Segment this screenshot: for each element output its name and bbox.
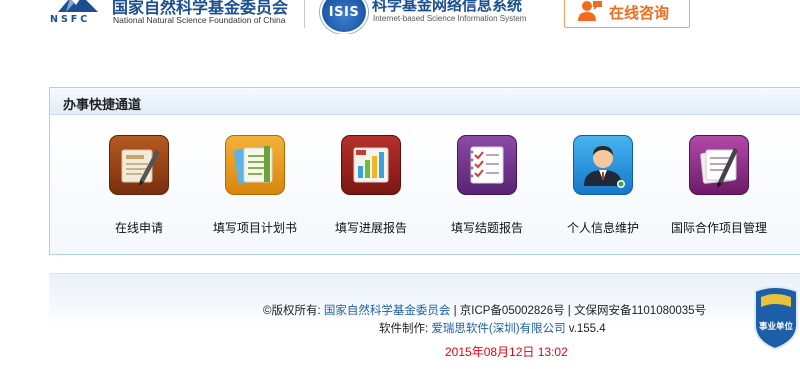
quick-item-user-profile[interactable]: 个人信息维护	[548, 135, 658, 235]
isis-logo-text: ISIS	[328, 5, 360, 20]
site-footer: ©版权所有: 国家自然科学基金委员会 | 京ICP备05002826号 | 文保…	[49, 273, 800, 369]
final-report-icon	[457, 135, 517, 195]
public-institution-badge-icon[interactable]: 事业单位	[751, 285, 800, 351]
icp-record: | 京ICP备05002826号 | 文保网安备1101080035号	[453, 305, 707, 317]
quick-item-label: 填写项目计划书	[212, 221, 297, 235]
current-datetime: 2015年08月12日 13:02	[445, 345, 568, 359]
quick-item-label: 国际合作项目管理	[670, 221, 767, 235]
nsfc-name-english: National Natural Science Foundation of C…	[113, 15, 286, 25]
nsfc-logo[interactable]: NSFC	[50, 0, 108, 34]
copyright-prefix: ©版权所有:	[263, 305, 321, 317]
quick-item-international-cooperation[interactable]: 国际合作项目管理	[664, 135, 774, 235]
quick-item-label: 填写结题报告	[450, 221, 523, 235]
quick-channel-header: 办事快捷通道	[50, 88, 800, 115]
quick-item-label: 个人信息维护	[566, 221, 639, 235]
header-divider	[304, 0, 305, 28]
project-plan-icon	[225, 135, 285, 195]
quick-item-final-report[interactable]: 填写结题报告	[432, 135, 542, 235]
international-cooperation-icon	[689, 135, 749, 195]
isis-name-english: Internet-based Science Information Syste…	[373, 14, 527, 23]
quick-item-label: 填写进展报告	[334, 221, 407, 235]
quick-item-label: 在线申请	[114, 221, 163, 235]
badge-text: 事业单位	[759, 321, 794, 332]
quick-item-progress-report[interactable]: 填写进展报告	[316, 135, 426, 235]
consult-person-icon	[578, 1, 602, 21]
quick-channel-panel: 办事快捷通道 在线申请 填写项目计划书 填写进展报告 填写结题报告 个人信息维护…	[49, 87, 800, 255]
version-text: v.155.4	[568, 323, 606, 335]
user-profile-icon	[573, 135, 633, 195]
quick-channel-body: 在线申请 填写项目计划书 填写进展报告 填写结题报告 个人信息维护 国际合作项目…	[50, 115, 800, 254]
software-prefix: 软件制作:	[379, 323, 429, 335]
quick-item-online-apply[interactable]: 在线申请	[84, 135, 194, 235]
quick-item-project-plan[interactable]: 填写项目计划书	[200, 135, 310, 235]
online-apply-icon	[109, 135, 169, 195]
quick-channel-title: 办事快捷通道	[63, 97, 142, 112]
online-consult-button[interactable]: 在线咨询	[564, 0, 690, 28]
isis-name-chinese: 科学基金网络信息系统	[372, 0, 523, 14]
isis-logo[interactable]: ISIS	[320, 0, 368, 34]
site-header: NSFC 国家自然科学基金委员会 National Natural Scienc…	[0, 0, 800, 34]
nsfc-emblem-icon	[58, 0, 98, 12]
software-line: 软件制作: 爱瑞思软件(深圳)有限公司 v.155.4	[379, 320, 606, 336]
online-consult-label: 在线咨询	[609, 5, 670, 22]
nsfc-logo-text: NSFC	[50, 14, 91, 25]
progress-report-icon	[341, 135, 401, 195]
copyright-line: ©版权所有: 国家自然科学基金委员会 | 京ICP备05002826号 | 文保…	[263, 302, 706, 318]
software-company-link[interactable]: 爱瑞思软件(深圳)有限公司	[431, 323, 565, 335]
nsfc-link[interactable]: 国家自然科学基金委员会	[324, 305, 451, 317]
